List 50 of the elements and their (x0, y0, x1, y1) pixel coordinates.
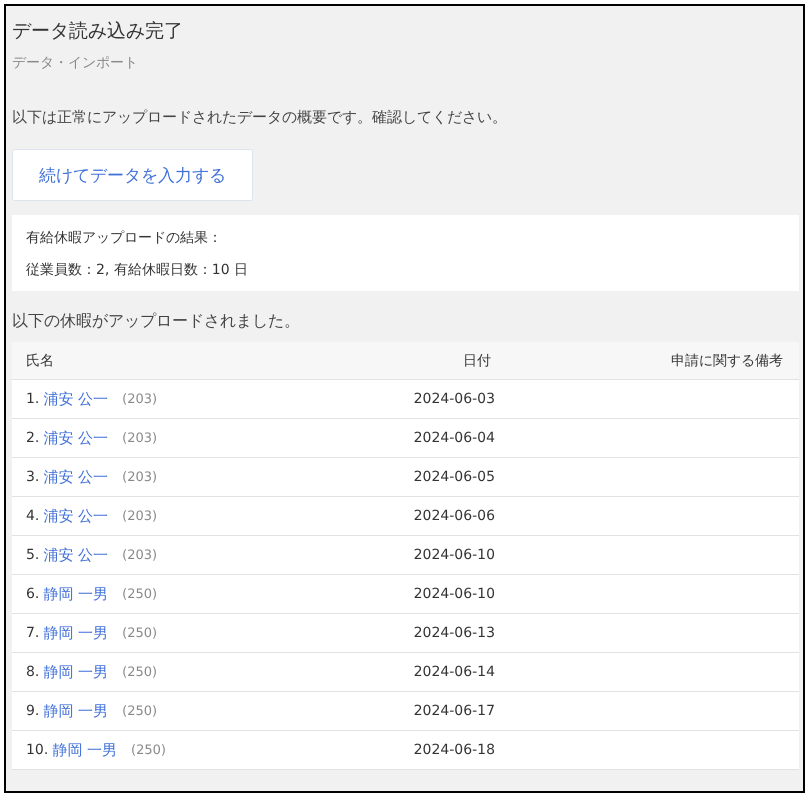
employee-name-link[interactable]: 静岡 一男 (52, 740, 118, 760)
employee-code: (250) (122, 626, 158, 640)
row-number: 9. (26, 703, 40, 719)
employee-code: (203) (122, 392, 158, 406)
row-number: 2. (26, 430, 40, 446)
employee-name-link[interactable]: 浦安 公一 (43, 546, 108, 564)
employee-name-link[interactable]: 浦安 公一 (43, 468, 108, 486)
row-number: 4. (26, 508, 40, 524)
employee-name-link[interactable]: 浦安 公一 (43, 428, 108, 448)
employee-code: (250) (122, 664, 158, 680)
description-text: 以下は正常にアップロードされたデータの概要です。確認してください。 (12, 108, 508, 127)
row-number: 8. (26, 664, 40, 680)
date-cell-text: 2024-06-10 (412, 546, 496, 565)
result-summary: 従業員数：2, 有給休暇日数：10 日 (26, 261, 250, 279)
page-subtitle: データ・インポート (12, 54, 139, 72)
employee-code: (250) (122, 586, 158, 602)
employee-code: (250) (131, 742, 166, 758)
date-cell-text: 2024-06-10 (412, 585, 496, 604)
row-number: 10. (26, 742, 48, 758)
employee-name-link[interactable]: 浦安 公一 (43, 506, 108, 526)
date-cell-text: 2024-06-06 (412, 507, 496, 526)
employee-name-link[interactable]: 静岡 一男 (43, 662, 108, 682)
column-header: 申請に関する備考 (670, 352, 784, 370)
column-header: 日付 (462, 352, 492, 370)
row-number: 5. (26, 547, 40, 563)
employee-code: (203) (122, 548, 158, 562)
list-heading: 以下の休暇がアップロードされました。 (12, 311, 301, 332)
employee-code: (203) (122, 430, 158, 446)
continue-button[interactable]: 続けてデータを入力する (12, 149, 253, 201)
date-cell-text: 2024-06-18 (412, 741, 496, 760)
employee-code: (203) (122, 508, 158, 524)
row-number: 3. (26, 469, 40, 485)
employee-name-link[interactable]: 静岡 一男 (43, 584, 108, 604)
date-cell-text: 2024-06-03 (412, 390, 496, 409)
employee-name-link[interactable]: 静岡 一男 (43, 624, 108, 642)
column-header: 氏名 (25, 352, 55, 370)
employee-name-link[interactable]: 静岡 一男 (43, 702, 108, 720)
employee-name-link[interactable]: 浦安 公一 (43, 390, 108, 408)
result-heading: 有給休暇アップロードの結果： (26, 229, 223, 247)
row-number: 7. (26, 625, 40, 641)
date-cell-text: 2024-06-14 (412, 663, 496, 682)
employee-code: (203) (122, 470, 158, 484)
row-number: 1. (26, 391, 40, 407)
date-cell-text: 2024-06-05 (412, 468, 496, 487)
row-number: 6. (26, 586, 40, 602)
page-title: データ読み込み完了 (12, 19, 184, 44)
employee-code: (250) (122, 704, 158, 718)
date-cell-text: 2024-06-04 (412, 429, 496, 448)
date-cell-text: 2024-06-17 (412, 702, 496, 721)
date-cell-text: 2024-06-13 (412, 624, 496, 643)
